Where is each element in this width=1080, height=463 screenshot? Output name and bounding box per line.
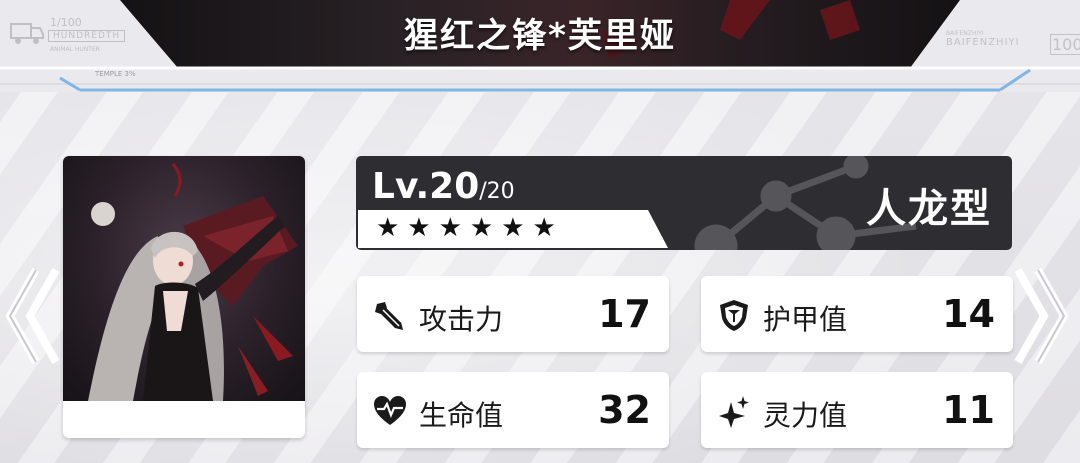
star-rating: ★★★★★★: [376, 213, 564, 243]
brand-badge: BAIFENZHIYI BAIFENZHIYI 100: [946, 30, 1080, 55]
level-panel: Lv.20/20 ★★★★★★ 人龙型: [356, 156, 1012, 250]
stat-label: 灵力值: [763, 399, 848, 432]
shield-icon: [720, 300, 748, 331]
brand-small: BAIFENZHIYI: [946, 30, 984, 37]
prev-character-button[interactable]: [4, 266, 64, 366]
heart-pulse-icon: [374, 396, 406, 425]
star-rating-bar: ★★★★★★: [358, 210, 668, 248]
stat-label: 攻击力: [419, 303, 504, 336]
stat-value: 32: [598, 388, 651, 432]
stat-value: 14: [942, 292, 995, 336]
level-display: Lv.20/20: [372, 166, 515, 207]
character-portrait: [63, 156, 305, 401]
next-character-button[interactable]: [1010, 266, 1070, 366]
character-type: 人龙型: [866, 186, 992, 232]
level-max: /20: [479, 179, 515, 204]
drill-icon: [375, 302, 403, 330]
header-banner: 1/100 HUNDREDTH ANIMAL HUNTER TEMPLE 3% …: [0, 0, 1080, 100]
level-current: Lv.20: [372, 166, 480, 207]
double-chevron-right-icon: [1014, 268, 1069, 364]
brand-number: 100: [1050, 34, 1080, 55]
stat-spirit: 灵力值 11: [701, 372, 1013, 448]
stat-health: 生命值 32: [357, 372, 669, 448]
character-card[interactable]: [63, 156, 305, 438]
stat-label: 护甲值: [763, 303, 848, 336]
portrait-art: [88, 163, 298, 401]
sparkle-icon: [719, 396, 749, 428]
stat-armor: 护甲值 14: [701, 276, 1013, 352]
character-name: 猩红之锋*芙里娅: [404, 16, 676, 56]
header-small-tag: TEMPLE 3%: [95, 70, 136, 78]
stat-label: 生命值: [419, 399, 504, 432]
stat-value: 17: [598, 292, 651, 336]
brand-text: BAIFENZHIYI: [946, 37, 1020, 48]
stat-attack: 攻击力 17: [357, 276, 669, 352]
stat-value: 11: [942, 388, 995, 432]
double-chevron-left-icon: [5, 268, 60, 364]
